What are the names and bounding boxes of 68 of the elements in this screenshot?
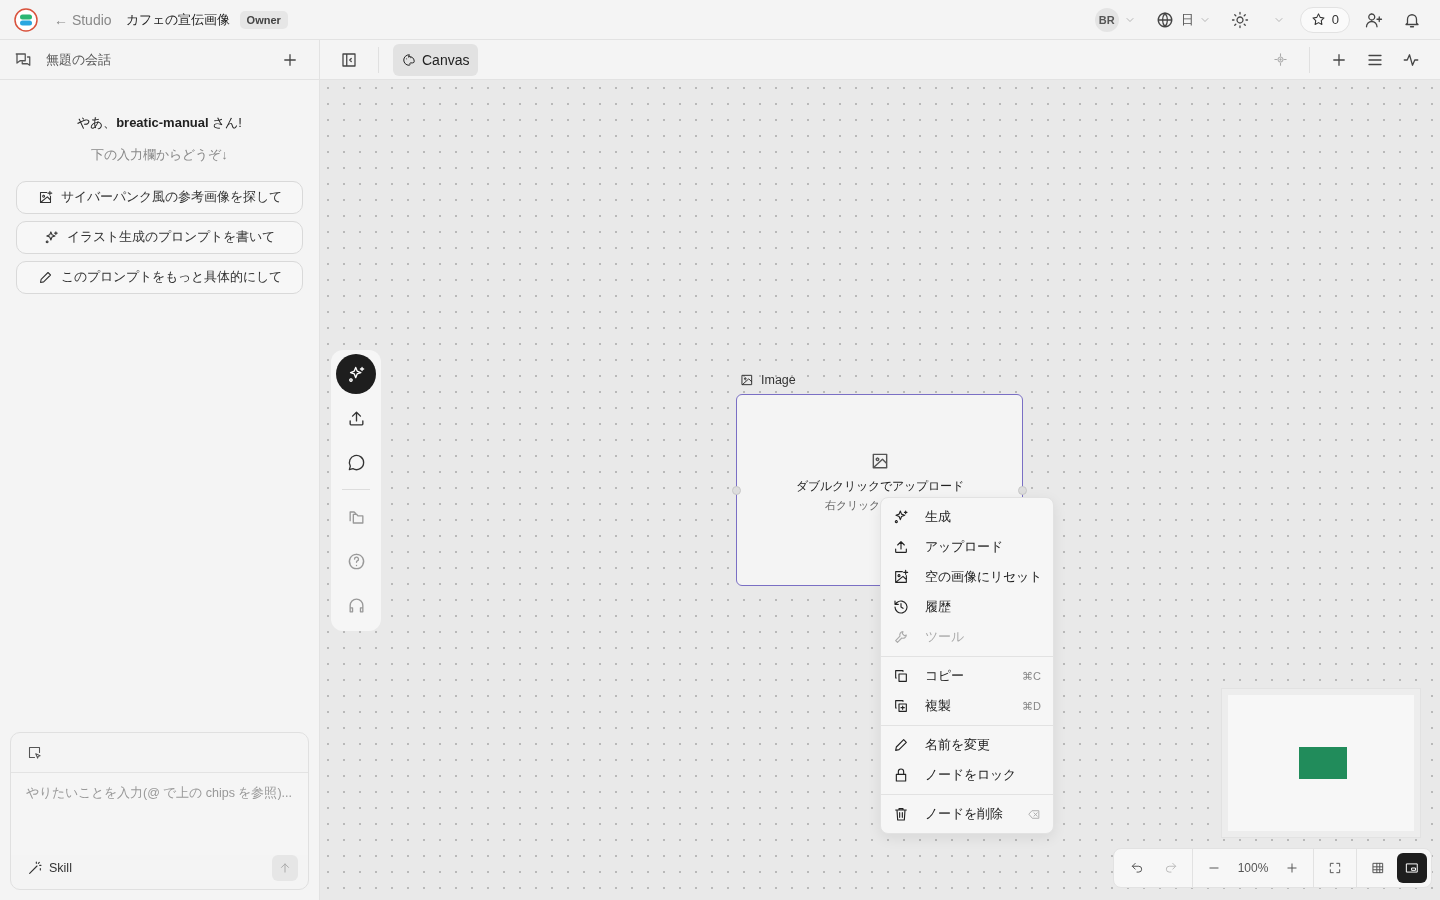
cursor-box-icon — [27, 745, 42, 760]
copy-icon — [893, 668, 909, 684]
image-plus-icon — [37, 190, 53, 205]
magic-wand-icon — [27, 860, 43, 876]
suggestion-chip[interactable]: このプロンプトをもっと具体的にして — [16, 261, 303, 294]
menu-item[interactable]: ノードをロック — [881, 760, 1053, 790]
minimap-toggle[interactable] — [1397, 853, 1427, 883]
connection-handle[interactable] — [732, 486, 741, 495]
language-menu[interactable]: 日 — [1150, 5, 1216, 34]
duplicate-icon — [893, 698, 909, 714]
shortcut-label: ⌘C — [1022, 669, 1041, 683]
globe-icon — [1155, 10, 1174, 29]
target-icon — [1272, 52, 1288, 67]
headset-icon — [346, 595, 366, 615]
connection-handle[interactable] — [1018, 486, 1027, 495]
sparkle-icon — [893, 509, 909, 525]
undo-icon — [1130, 861, 1144, 875]
logo-icon — [14, 7, 38, 32]
backspace-key-icon — [1028, 807, 1041, 821]
chat-bubble-icon — [346, 452, 366, 472]
trash-icon — [893, 806, 909, 822]
sun-icon — [1230, 10, 1249, 29]
menu-item[interactable]: ノードを削除 — [881, 799, 1053, 829]
minimap-icon — [1405, 861, 1419, 875]
greeting: やあ、breatic-manual さん! — [76, 114, 243, 132]
redo-icon — [1164, 861, 1178, 875]
message-field[interactable]: やりたいことを入力(@ で上の chips を参照)... Skill — [10, 732, 309, 890]
greeting-hint: 下の入力欄からどうぞ↓ — [90, 146, 229, 164]
grid-icon — [1371, 861, 1385, 875]
canvas-tab[interactable]: Canvas — [393, 43, 479, 76]
sidebar-toggle-icon — [340, 50, 358, 69]
node-title: Image — [761, 373, 796, 387]
suggestion-chip[interactable]: イラスト生成のプロンプトを書いて — [16, 221, 303, 254]
zoom-level: 100% — [1236, 861, 1270, 875]
sparkle-icon — [346, 364, 366, 384]
menu-item[interactable]: 履歴 — [881, 592, 1053, 622]
wrench-icon — [893, 629, 909, 645]
skill-button[interactable]: Skill — [27, 860, 72, 876]
tool-button[interactable] — [336, 354, 376, 394]
lock-icon — [893, 767, 909, 783]
star-button[interactable]: 0 — [1299, 6, 1350, 33]
role-badge: Owner — [239, 10, 288, 29]
add-person-icon — [1365, 10, 1383, 29]
shortcut-label: ⌘D — [1022, 699, 1041, 713]
menu-item[interactable]: 名前を変更 — [881, 730, 1053, 760]
upload-icon — [346, 408, 366, 428]
menu-item[interactable]: コピー ⌘C — [881, 661, 1053, 691]
upload-hint: ダブルクリックでアップロード — [794, 478, 965, 495]
plus-icon — [1285, 861, 1299, 875]
chat-bubbles-icon — [14, 50, 32, 69]
conversation-title: 無題の会話 — [46, 50, 111, 69]
secondary-hint: 右クリック — [825, 499, 880, 511]
pencil-icon — [37, 270, 53, 285]
star-icon — [1310, 12, 1326, 27]
project-title: カフェの宣伝画像 — [125, 10, 230, 29]
suggestion-chip[interactable]: サイバーパンク風の参考画像を探して — [16, 181, 303, 214]
fullscreen-icon — [1328, 861, 1342, 875]
pencil-icon — [893, 737, 909, 753]
image-icon — [740, 373, 754, 387]
upload-icon — [893, 539, 909, 555]
help-icon — [346, 551, 366, 571]
minimap-node — [1299, 747, 1347, 779]
arrow-up-icon — [278, 861, 292, 875]
account-menu[interactable]: BR — [1089, 5, 1141, 34]
sparkle-icon — [44, 230, 59, 245]
image-plus-icon — [893, 569, 909, 585]
menu-item[interactable]: 複製 ⌘D — [881, 691, 1053, 721]
history-icon — [893, 599, 909, 615]
